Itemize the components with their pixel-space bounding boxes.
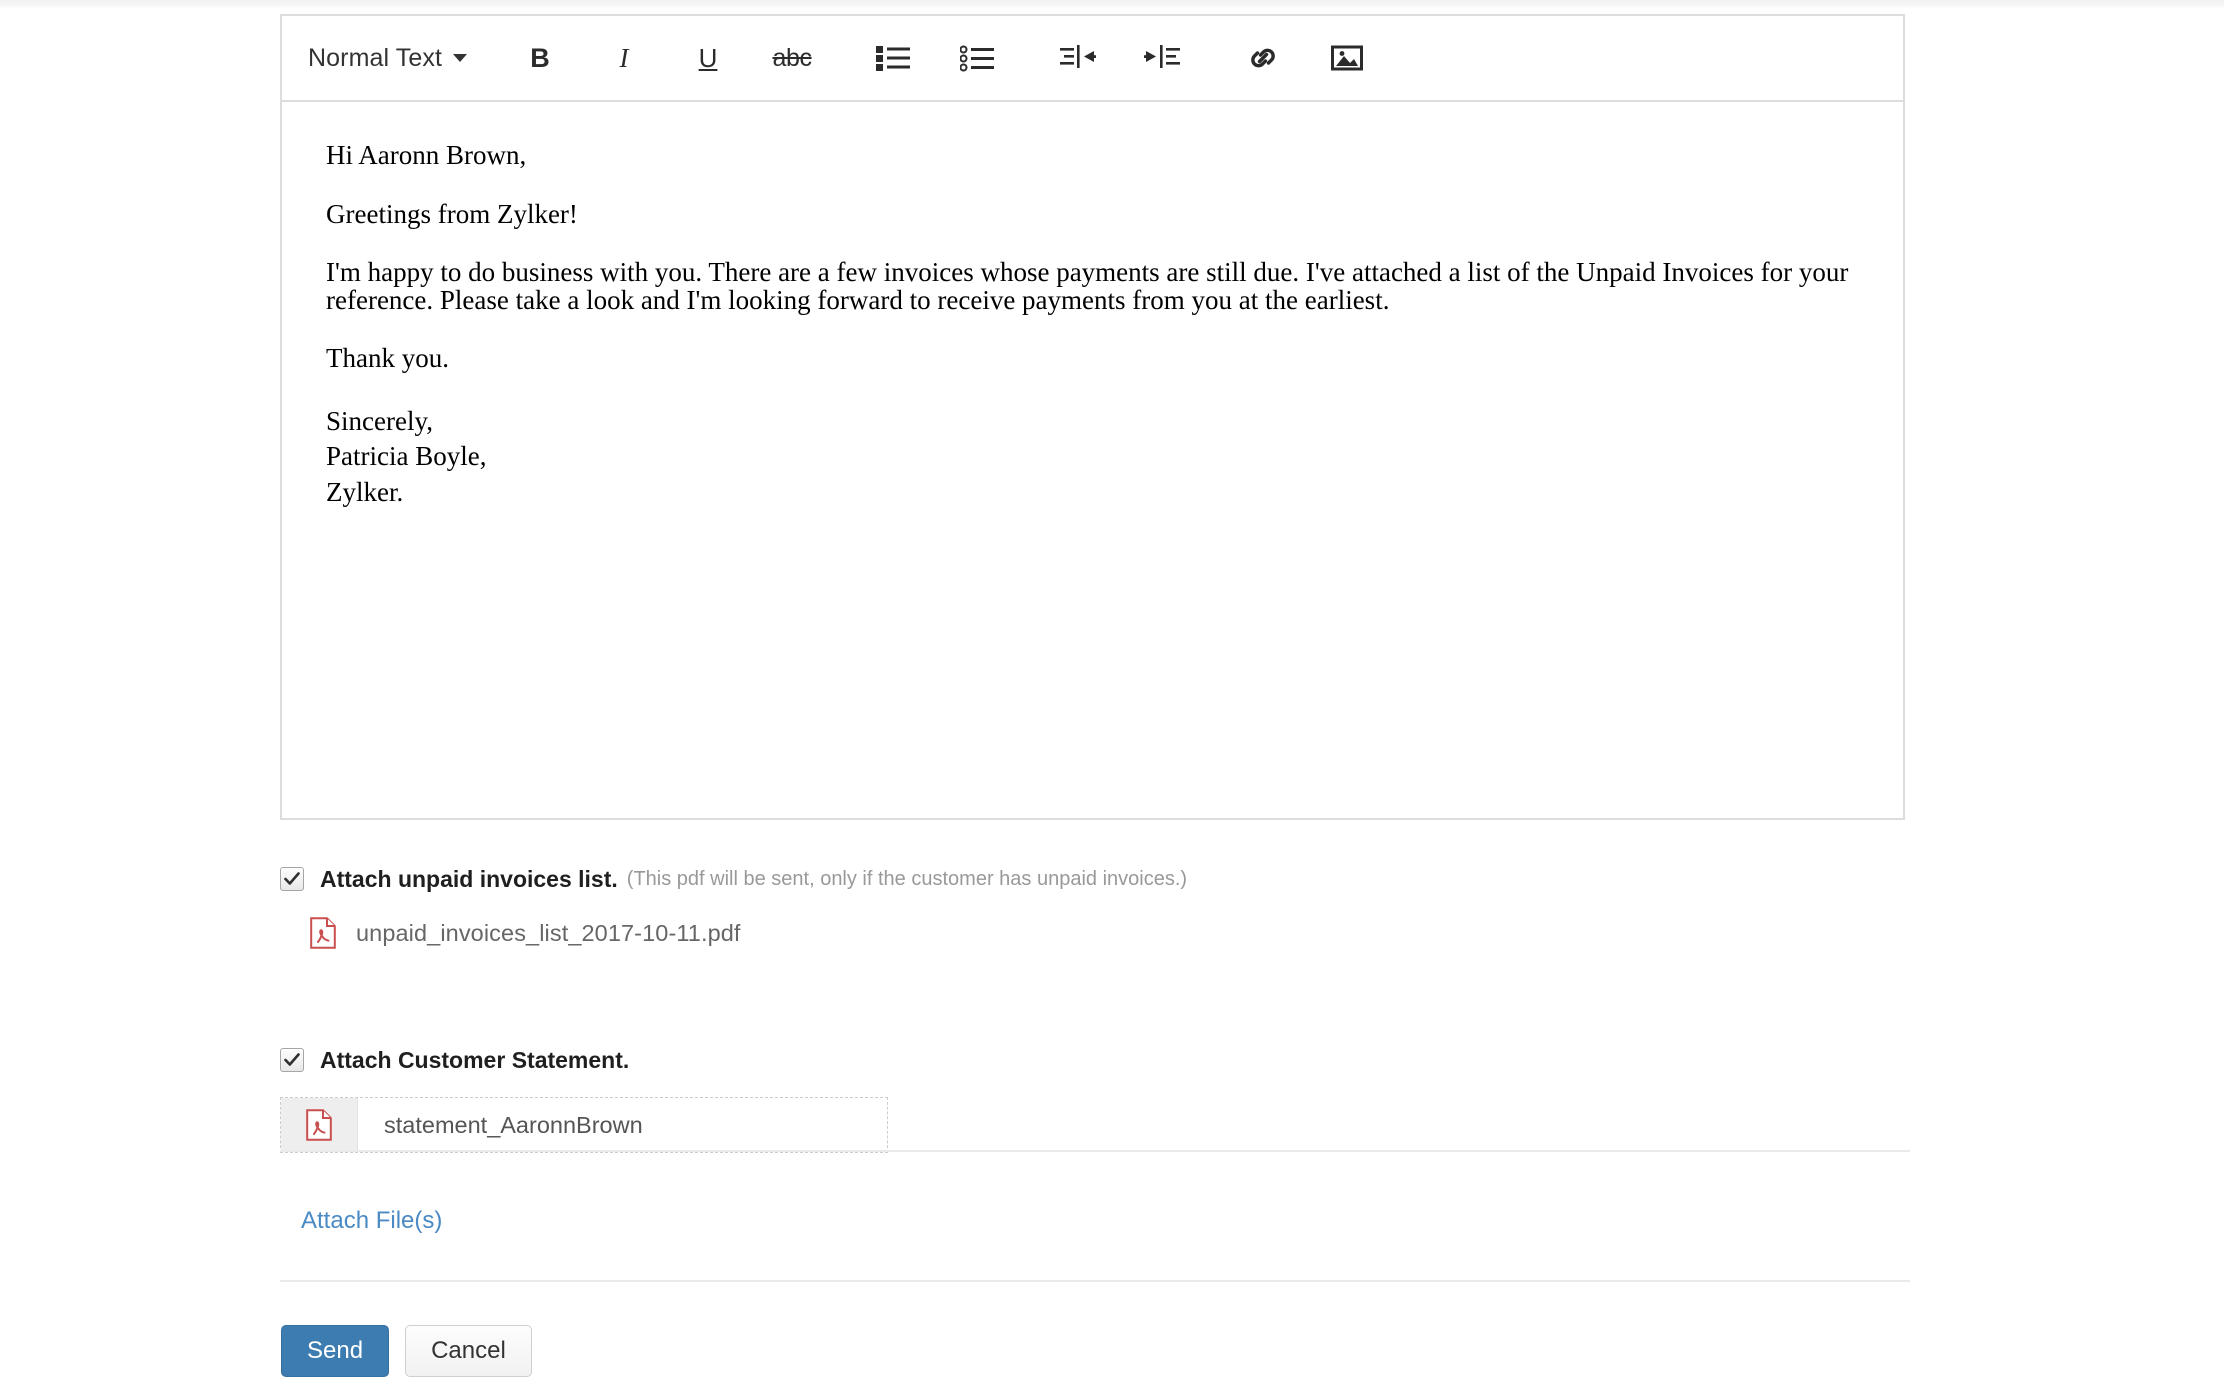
unordered-list-button[interactable] [865,30,921,86]
pdf-file-icon [310,917,336,949]
link-icon [1251,48,1275,68]
attach-unpaid-invoices-label: Attach unpaid invoices list. [320,865,618,892]
bullet-list-icon [876,46,911,71]
attach-customer-statement-row[interactable]: Attach Customer Statement. [280,1043,1910,1077]
attach-files-link[interactable]: Attach File(s) [301,1207,442,1235]
check-icon [284,872,300,885]
text-style-label: Normal Text [308,43,443,72]
indent-button[interactable] [1134,30,1190,86]
body-greeting: Hi Aaronn Brown, [326,140,527,170]
image-icon [1331,45,1364,71]
signature-company: Zylker. [326,476,404,507]
outdent-button[interactable] [1050,30,1106,86]
check-icon [284,1053,300,1066]
email-body[interactable]: Hi Aaronn Brown, Greetings from Zylker! … [282,102,1903,511]
body-paragraph: I'm happy to do business with you. There… [326,257,1849,315]
attach-customer-statement-label: Attach Customer Statement. [320,1046,630,1073]
numbered-list-icon [960,45,995,72]
outdent-icon [1060,45,1097,68]
body-signature: Sincerely, Patricia Boyle, Zylker. [326,404,1859,511]
statement-icon-cell [281,1098,358,1152]
unpaid-invoices-file-item[interactable]: unpaid_invoices_list_2017-10-11.pdf [310,917,1910,949]
signature-name: Patricia Boyle, [326,441,487,472]
underline-button[interactable]: U [680,30,736,86]
form-actions: Send Cancel [281,1325,532,1377]
attach-unpaid-invoices-checkbox[interactable] [280,867,304,891]
window-top-edge [0,0,2224,9]
bold-button[interactable]: B [512,30,568,86]
cancel-button[interactable]: Cancel [405,1325,532,1377]
pdf-file-icon [306,1109,332,1141]
text-style-dropdown[interactable]: Normal Text [308,43,468,73]
attach-customer-statement-checkbox[interactable] [280,1048,304,1072]
customer-statement-file-name: statement_AaronnBrown [384,1111,643,1138]
attach-unpaid-invoices-row[interactable]: Attach unpaid invoices list. (This pdf w… [280,862,1910,896]
chevron-down-icon [453,54,468,62]
signature-signoff: Sincerely, [326,405,433,436]
indent-icon [1144,45,1181,68]
body-thanks: Thank you. [326,343,449,374]
send-button[interactable]: Send [281,1325,390,1377]
divider-above-actions [280,1280,1910,1282]
body-line-2: Greetings from Zylker! [326,198,578,229]
insert-image-button[interactable] [1319,30,1375,86]
divider-above-attach-link [280,1150,1910,1152]
italic-button[interactable]: I [596,30,652,86]
insert-link-button[interactable] [1235,30,1291,86]
editor-toolbar: Normal Text B I U abc [282,16,1903,102]
attachments-section: Attach unpaid invoices list. (This pdf w… [280,862,1910,1153]
ordered-list-button[interactable] [949,30,1005,86]
strikethrough-button[interactable]: abc [764,30,820,86]
customer-statement-file-box[interactable]: statement_AaronnBrown [280,1097,888,1153]
rich-text-editor: Normal Text B I U abc Hi Aaronn Brown, G… [280,14,1905,820]
unpaid-invoices-file-name: unpaid_invoices_list_2017-10-11.pdf [356,919,741,946]
attach-unpaid-invoices-hint: (This pdf will be sent, only if the cust… [626,867,1188,890]
